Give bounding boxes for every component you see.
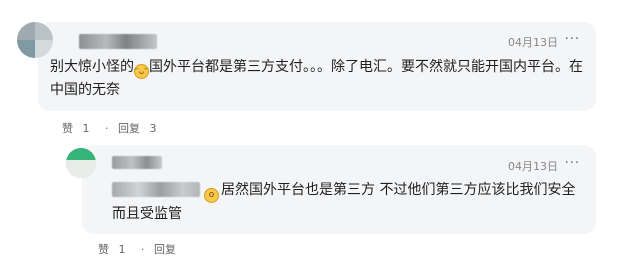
comment-text: o 居然国外平台也是第三方 不过他们第三方应该比我们安全 而且受监管 [112,179,582,225]
like-label: 赞 [98,243,109,256]
reply-button[interactable]: 回复 3 [118,122,163,135]
reply-count: 3 [149,122,157,135]
separator: · [141,243,145,256]
more-options-icon[interactable]: ··· [565,32,580,47]
avatar[interactable] [66,148,96,178]
reply-button[interactable]: 回复 [154,243,176,256]
username-redacted[interactable] [112,156,162,169]
separator: · [105,122,109,135]
comment-text-part: 别大惊小怪的 [50,59,134,75]
avatar[interactable] [17,22,53,58]
like-label: 赞 [62,122,73,135]
comment-actions: 赞 1 · 回复 [98,241,182,257]
like-button[interactable]: 赞 1 [62,122,96,135]
comment-date: 04月13日 [508,36,558,49]
reply-bubble: 04月13日 ··· o 居然国外平台也是第三方 不过他们第三方应该比我们安全 而… [82,145,596,234]
like-count: 1 [82,122,90,135]
like-button[interactable]: 赞 1 [98,243,132,256]
more-options-icon[interactable]: ··· [565,156,580,171]
username-redacted[interactable] [79,34,157,49]
comment-text: 别大惊小怪的ᵔᴗᵔ国外平台都是第三方支付。。。除了电汇。要不然就只能开国内平台。… [50,56,590,101]
surprised-face-icon: o [204,188,219,203]
comment-actions: 赞 1 · 回复 3 [62,120,169,136]
comment-date: 04月13日 [508,160,558,173]
mention-redacted[interactable] [112,182,200,197]
comment-bubble: 04月13日 ··· 别大惊小怪的ᵔᴗᵔ国外平台都是第三方支付。。。除了电汇。要… [38,22,596,111]
like-count: 1 [118,243,126,256]
laughing-face-icon: ᵔᴗᵔ [134,64,149,79]
reply-label: 回复 [118,122,140,135]
